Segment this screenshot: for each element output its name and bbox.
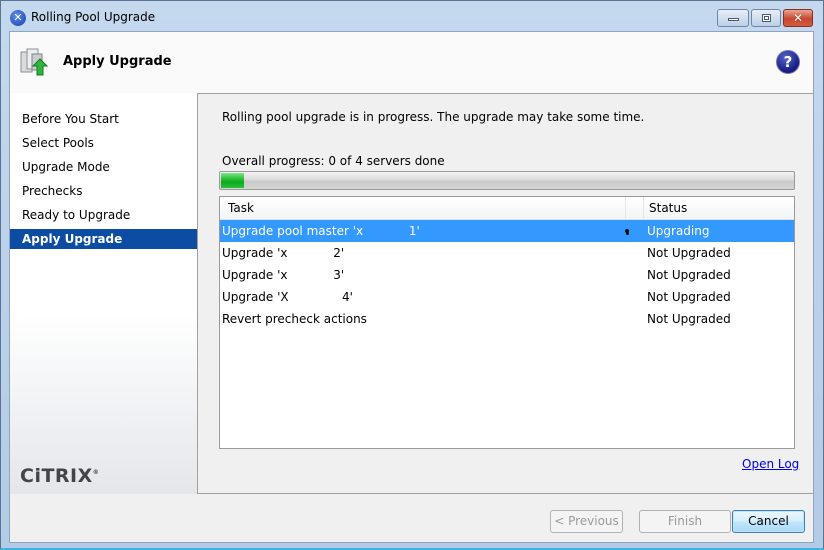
status-cell: Not Upgraded bbox=[647, 268, 731, 282]
sidebar-item-ready-to-upgrade[interactable]: Ready to Upgrade bbox=[10, 205, 197, 225]
overall-progress-bar bbox=[219, 171, 795, 190]
minimize-button[interactable] bbox=[717, 9, 749, 27]
sidebar-item-select-pools[interactable]: Select Pools bbox=[10, 133, 197, 153]
main-panel: Rolling pool upgrade is in progress. The… bbox=[198, 93, 813, 494]
window-title: Rolling Pool Upgrade bbox=[31, 10, 156, 24]
column-header-spacer bbox=[626, 197, 644, 219]
maximize-button[interactable] bbox=[751, 9, 781, 27]
previous-button[interactable]: < Previous bbox=[550, 510, 623, 533]
task-cell: Upgrade 'x 2' bbox=[222, 246, 345, 260]
wizard-header: Apply Upgrade ? bbox=[10, 32, 813, 94]
citrix-logo-text: CiTRIX bbox=[20, 465, 93, 487]
table-row[interactable]: Upgrade 'x 3' Not Upgraded bbox=[220, 264, 794, 286]
progress-fill bbox=[221, 173, 244, 188]
column-header-status[interactable]: Status bbox=[644, 197, 794, 219]
status-cell: Not Upgraded bbox=[647, 312, 731, 326]
open-log-link[interactable]: Open Log bbox=[742, 457, 799, 471]
minimize-icon bbox=[728, 18, 739, 21]
registered-mark: ® bbox=[92, 469, 100, 476]
intro-text: Rolling pool upgrade is in progress. The… bbox=[222, 110, 645, 124]
task-cell: Upgrade 'x 3' bbox=[222, 268, 345, 282]
task-cell: Upgrade 'X 4' bbox=[222, 290, 353, 304]
wizard-window: ✕ Rolling Pool Upgrade ✕ Apply Upgrade ?… bbox=[0, 0, 824, 550]
task-cell: Revert precheck actions bbox=[222, 312, 367, 326]
wizard-client-area: Apply Upgrade ? Before You Start Select … bbox=[9, 31, 814, 543]
table-row[interactable]: Revert precheck actions Not Upgraded bbox=[220, 308, 794, 330]
finish-button[interactable]: Finish bbox=[639, 510, 731, 533]
close-icon: ✕ bbox=[792, 11, 804, 25]
table-row[interactable]: Upgrade 'x 2' Not Upgraded bbox=[220, 242, 794, 264]
status-cell: Not Upgraded bbox=[647, 290, 731, 304]
table-header: Task Status bbox=[220, 197, 794, 220]
wizard-footer: < Previous Finish Cancel bbox=[10, 494, 813, 542]
status-cell: Upgrading bbox=[647, 224, 710, 238]
sidebar-item-apply-upgrade[interactable]: Apply Upgrade bbox=[10, 229, 197, 249]
help-icon[interactable]: ? bbox=[776, 50, 800, 74]
table-row[interactable]: Upgrade pool master 'x 1' Upgrading bbox=[220, 220, 794, 242]
sidebar-item-upgrade-mode[interactable]: Upgrade Mode bbox=[10, 157, 197, 177]
xencenter-x-icon: ✕ bbox=[10, 10, 26, 26]
page-title: Apply Upgrade bbox=[63, 54, 172, 69]
server-upgrade-icon bbox=[20, 48, 49, 76]
sidebar-item-prechecks[interactable]: Prechecks bbox=[10, 181, 197, 201]
citrix-logo: CiTRIX® bbox=[20, 465, 99, 487]
wizard-steps-sidebar: Before You Start Select Pools Upgrade Mo… bbox=[10, 93, 198, 494]
task-table[interactable]: Task Status Upgrade pool master 'x 1' Up… bbox=[219, 196, 795, 449]
progress-label: Overall progress: 0 of 4 servers done bbox=[222, 154, 445, 168]
column-header-task[interactable]: Task bbox=[220, 197, 626, 219]
sidebar-item-before-you-start[interactable]: Before You Start bbox=[10, 109, 197, 129]
status-cell: Not Upgraded bbox=[647, 246, 731, 260]
maximize-icon bbox=[762, 14, 771, 22]
spinner-icon bbox=[625, 229, 629, 235]
title-bar[interactable]: ✕ Rolling Pool Upgrade ✕ bbox=[1, 1, 823, 31]
cancel-button[interactable]: Cancel bbox=[732, 510, 805, 533]
table-row[interactable]: Upgrade 'X 4' Not Upgraded bbox=[220, 286, 794, 308]
task-cell: Upgrade pool master 'x 1' bbox=[222, 224, 420, 238]
close-button[interactable]: ✕ bbox=[783, 9, 813, 27]
